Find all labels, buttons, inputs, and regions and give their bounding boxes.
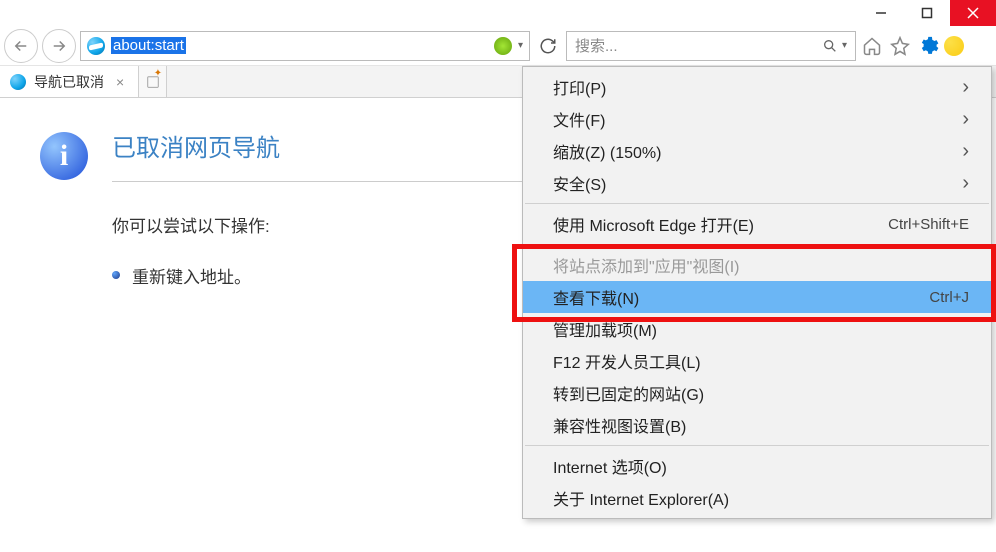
menu-view-downloads-shortcut: Ctrl+J bbox=[929, 289, 969, 306]
menu-internet-options[interactable]: Internet 选项(O) bbox=[523, 450, 991, 482]
menu-open-edge[interactable]: 使用 Microsoft Edge 打开(E) Ctrl+Shift+E bbox=[523, 208, 991, 240]
refresh-button[interactable] bbox=[534, 32, 562, 60]
gear-icon[interactable] bbox=[916, 34, 940, 58]
ie-logo-icon bbox=[87, 37, 105, 55]
menu-separator bbox=[525, 445, 989, 446]
menu-pinned[interactable]: 转到已固定的网站(G) bbox=[523, 377, 991, 409]
address-bar[interactable]: about:start ▾ bbox=[80, 31, 530, 61]
tab-active[interactable]: 导航已取消 × bbox=[0, 66, 139, 97]
tab-favicon bbox=[10, 74, 26, 90]
search-box[interactable]: 搜索... ▾ bbox=[566, 31, 856, 61]
page-action-item: 重新键入地址。 bbox=[132, 263, 532, 288]
tools-menu: 打印(P) 文件(F) 缩放(Z) (150%) 安全(S) 使用 Micros… bbox=[522, 66, 992, 519]
search-icon bbox=[822, 38, 838, 54]
menu-view-downloads[interactable]: 查看下载(N) Ctrl+J bbox=[523, 281, 991, 313]
address-text: about:start bbox=[111, 37, 488, 54]
window-close-button[interactable] bbox=[950, 0, 996, 26]
tab-title: 导航已取消 bbox=[34, 72, 104, 92]
forward-button[interactable] bbox=[42, 29, 76, 63]
info-icon: i bbox=[40, 132, 88, 180]
home-icon[interactable] bbox=[860, 34, 884, 58]
new-tab-star-icon: ✦ bbox=[154, 68, 162, 79]
window-maximize-button[interactable] bbox=[904, 0, 950, 26]
page-try-label: 你可以尝试以下操作: bbox=[112, 212, 532, 237]
window-minimize-button[interactable] bbox=[858, 0, 904, 26]
tab-close-button[interactable]: × bbox=[112, 74, 128, 90]
page-heading: 已取消网页导航 bbox=[112, 128, 532, 182]
back-button[interactable] bbox=[4, 29, 38, 63]
menu-manage-addons[interactable]: 管理加载项(M) bbox=[523, 313, 991, 345]
address-dropdown-icon[interactable]: ▾ bbox=[518, 40, 523, 51]
menu-f12[interactable]: F12 开发人员工具(L) bbox=[523, 345, 991, 377]
smiley-icon[interactable] bbox=[944, 36, 964, 56]
menu-compat[interactable]: 兼容性视图设置(B) bbox=[523, 409, 991, 441]
security-icon bbox=[494, 37, 512, 55]
menu-open-edge-shortcut: Ctrl+Shift+E bbox=[888, 216, 969, 233]
menu-file[interactable]: 文件(F) bbox=[523, 103, 991, 135]
menu-print[interactable]: 打印(P) bbox=[523, 71, 991, 103]
search-dropdown-icon[interactable]: ▾ bbox=[842, 40, 847, 51]
favorites-icon[interactable] bbox=[888, 34, 912, 58]
menu-separator bbox=[525, 244, 989, 245]
new-tab-button[interactable]: ✦ bbox=[139, 66, 167, 97]
menu-zoom[interactable]: 缩放(Z) (150%) bbox=[523, 135, 991, 167]
search-placeholder: 搜索... bbox=[575, 35, 618, 56]
menu-separator bbox=[525, 203, 989, 204]
menu-safety[interactable]: 安全(S) bbox=[523, 167, 991, 199]
menu-about[interactable]: 关于 Internet Explorer(A) bbox=[523, 482, 991, 514]
menu-add-site: 将站点添加到"应用"视图(I) bbox=[523, 249, 991, 281]
